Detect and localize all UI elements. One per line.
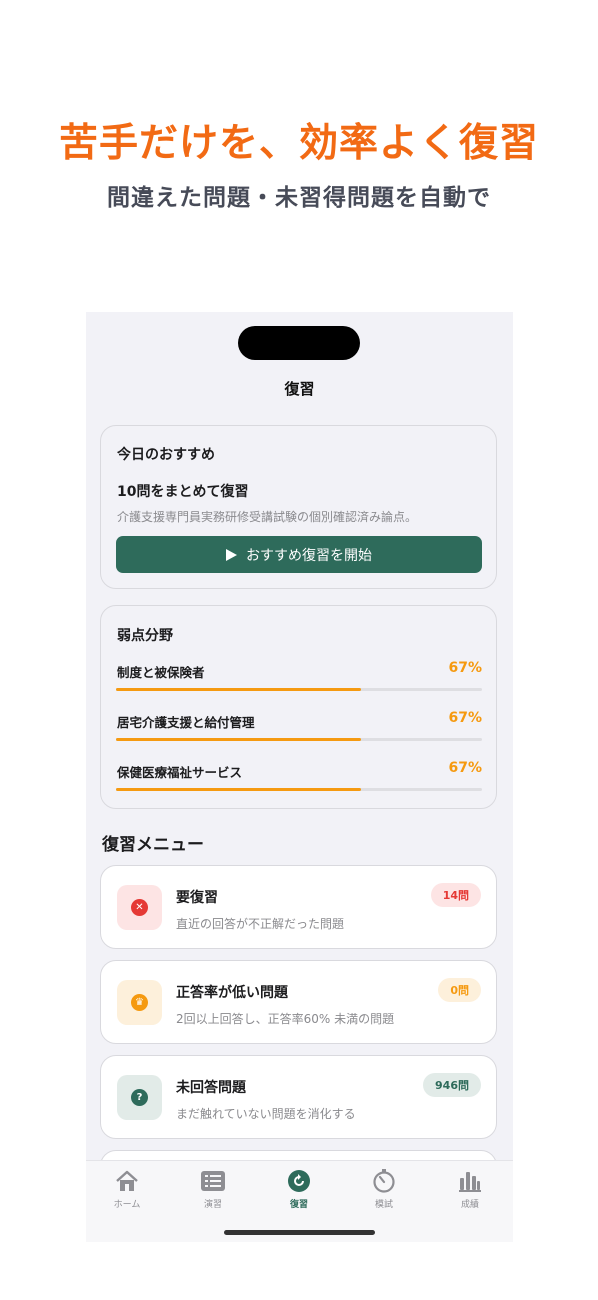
tab-review[interactable]: 復習 <box>269 1169 329 1210</box>
weak-area-percent: 67% <box>448 660 482 676</box>
phone-screen: 復習 今日のおすすめ 10問をまとめて復習 介護支援専門員実務研修受講試験の個別… <box>86 312 513 1242</box>
progress-fill <box>116 738 362 741</box>
tab-practice[interactable]: 演習 <box>183 1169 243 1210</box>
weak-area-label: 制度と被保険者 <box>117 665 205 680</box>
count-badge: 14問 <box>430 883 481 907</box>
promo-subheadline: 間違えた問題・未習得問題を自動で <box>107 185 491 211</box>
page-title: 復習 <box>284 380 315 398</box>
recommendation-description: 介護支援専門員実務研修受講試験の個別確認済み論点。 <box>117 510 418 524</box>
progress-fill <box>116 688 362 691</box>
tab-label: 演習 <box>203 1200 222 1210</box>
recommendation-heading: 今日のおすすめ <box>117 447 215 463</box>
weak-areas-card: 弱点分野 制度と被保険者 67% 居宅介護支援と給付管理 67% 保健医療福祉サ… <box>100 605 497 809</box>
list-icon <box>183 1169 243 1193</box>
recommendation-title: 10問をまとめて復習 <box>117 484 249 500</box>
progress-track <box>116 688 482 691</box>
count-badge: 946問 <box>423 1073 481 1097</box>
start-button-label: おすすめ復習を開始 <box>246 547 372 564</box>
recommendation-card: 今日のおすすめ 10問をまとめて復習 介護支援専門員実務研修受講試験の個別確認済… <box>100 425 497 589</box>
menu-item-needs-review[interactable]: ✕ 要復習 直近の回答が不正解だった問題 14問 <box>100 865 497 949</box>
dynamic-island <box>238 326 360 360</box>
promo-headline: 苦手だけを、効率よく復習 <box>58 121 539 166</box>
weak-area-label: 居宅介護支援と給付管理 <box>117 715 255 730</box>
progress-track <box>116 738 482 741</box>
progress-fill <box>116 788 362 791</box>
menu-icon-container: ♛ <box>117 980 162 1025</box>
menu-item-description: まだ触れていない問題を消化する <box>176 1107 356 1121</box>
menu-item-description: 直近の回答が不正解だった問題 <box>176 917 345 931</box>
tab-label: 模試 <box>374 1200 393 1210</box>
menu-icon-container: ? <box>117 1075 162 1120</box>
weak-areas-heading: 弱点分野 <box>117 628 173 644</box>
tab-results[interactable]: 成績 <box>440 1169 500 1210</box>
review-icon <box>269 1169 329 1193</box>
start-recommended-review-button[interactable]: おすすめ復習を開始 <box>116 536 482 573</box>
progress-track <box>116 788 482 791</box>
count-badge: 0問 <box>438 978 481 1002</box>
weak-area-percent: 67% <box>448 710 482 726</box>
x-circle-icon: ✕ <box>131 899 148 916</box>
menu-item-low-accuracy[interactable]: ♛ 正答率が低い問題 2回以上回答し、正答率60% 未満の問題 0問 <box>100 960 497 1044</box>
menu-item-title: 要復習 <box>176 890 218 906</box>
bar-chart-icon <box>440 1169 500 1193</box>
tab-label: ホーム <box>113 1200 141 1210</box>
tab-home[interactable]: ホーム <box>97 1169 157 1210</box>
menu-icon-container: ✕ <box>117 885 162 930</box>
tab-mock-exam[interactable]: 模試 <box>354 1169 414 1210</box>
home-indicator <box>224 1230 375 1235</box>
menu-item-unanswered[interactable]: ? 未回答問題 まだ触れていない問題を消化する 946問 <box>100 1055 497 1139</box>
review-menu-heading: 復習メニュー <box>102 835 204 855</box>
home-icon <box>97 1169 157 1193</box>
weak-area-label: 保健医療福祉サービス <box>117 765 243 780</box>
tab-bar: ホーム 演習 復習 模試 成績 <box>86 1160 513 1242</box>
tab-label: 復習 <box>289 1200 308 1210</box>
tab-label: 成績 <box>460 1200 479 1210</box>
weak-area-row[interactable]: 居宅介護支援と給付管理 67% <box>116 710 482 746</box>
play-icon <box>226 548 237 561</box>
crown-icon: ♛ <box>131 994 148 1011</box>
weak-area-row[interactable]: 保健医療福祉サービス 67% <box>116 760 482 796</box>
weak-area-percent: 67% <box>448 760 482 776</box>
menu-item-description: 2回以上回答し、正答率60% 未満の問題 <box>176 1012 395 1026</box>
menu-item-title: 正答率が低い問題 <box>176 985 288 1001</box>
weak-area-row[interactable]: 制度と被保険者 67% <box>116 660 482 696</box>
menu-item-title: 未回答問題 <box>176 1080 246 1096</box>
timer-icon <box>354 1169 414 1193</box>
question-circle-icon: ? <box>131 1089 148 1106</box>
